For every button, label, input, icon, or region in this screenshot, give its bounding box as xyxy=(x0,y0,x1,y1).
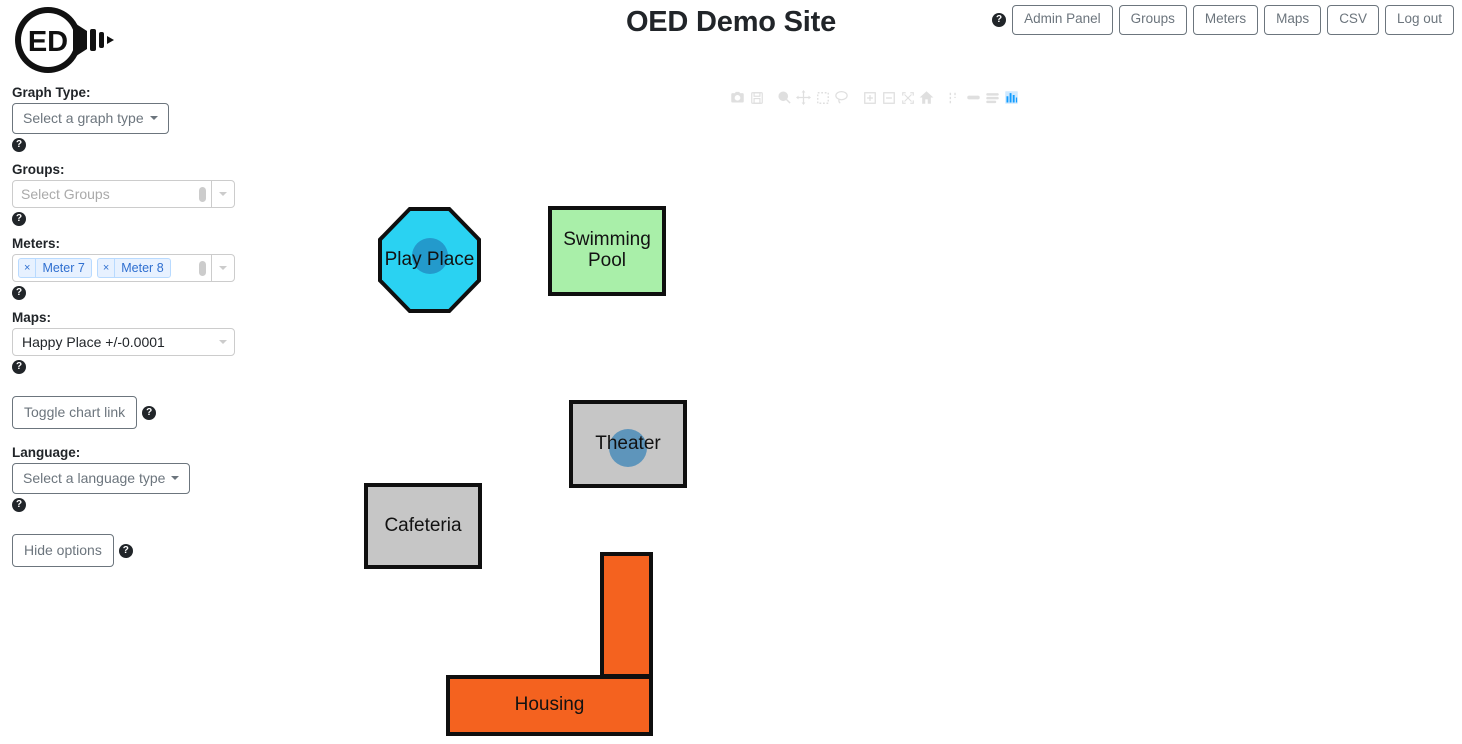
groups-chevron-down-icon[interactable] xyxy=(212,192,234,196)
meters-label: Meters: xyxy=(12,236,61,251)
language-dropdown-label: Select a language type xyxy=(23,470,166,486)
building-play-place[interactable]: Play Place xyxy=(378,207,481,313)
meter-tag[interactable]: × Meter 8 xyxy=(96,258,171,278)
help-icon-language[interactable]: ? xyxy=(12,497,26,512)
help-icon-maps[interactable]: ? xyxy=(12,359,26,374)
meter-tag[interactable]: × Meter 7 xyxy=(18,258,92,278)
help-icon-groups[interactable]: ? xyxy=(12,211,26,226)
groups-label: Groups: xyxy=(12,162,65,177)
building-housing-tower[interactable] xyxy=(600,552,653,678)
toggle-chart-link-button[interactable]: Toggle chart link xyxy=(12,396,138,429)
remove-meter-icon[interactable]: × xyxy=(19,259,37,277)
swimming-pool-label: Swimming Pool xyxy=(563,229,651,271)
meters-selected-tags: × Meter 7 × Meter 8 xyxy=(13,258,193,278)
language-dropdown[interactable]: Select a language type xyxy=(12,463,191,494)
help-icon-topnav[interactable]: ? xyxy=(992,12,1007,27)
hide-options-button[interactable]: Hide options xyxy=(12,534,114,567)
hide-options-group: Hide options ? xyxy=(0,534,250,567)
help-icon-graph-type[interactable]: ? xyxy=(12,137,26,152)
nav-csv-button[interactable]: CSV xyxy=(1327,5,1379,35)
maps-label: Maps: xyxy=(12,310,52,325)
meters-group: Meters: × Meter 7 × Meter 8 ? xyxy=(0,236,250,300)
language-label: Language: xyxy=(12,445,81,460)
graph-type-label: Graph Type: xyxy=(12,85,91,100)
remove-meter-icon[interactable]: × xyxy=(98,259,116,277)
help-icon-toggle-chart-link[interactable]: ? xyxy=(142,405,157,420)
cafeteria-label: Cafeteria xyxy=(384,514,462,536)
building-swimming-pool[interactable]: Swimming Pool xyxy=(548,206,666,296)
meters-clear-icon[interactable] xyxy=(193,260,211,276)
map-canvas[interactable]: Play Place Swimming Pool Theater Cafeter… xyxy=(250,80,1462,744)
language-group: Language: Select a language type ? xyxy=(0,445,250,512)
graph-type-dropdown-label: Select a graph type xyxy=(23,110,144,126)
theater-label: Theater xyxy=(595,432,661,454)
building-housing[interactable]: Housing xyxy=(446,675,653,736)
graph-type-group: Graph Type: Select a graph type ? xyxy=(0,85,250,152)
meter-tag-label: Meter 8 xyxy=(121,261,164,275)
play-place-label: Play Place xyxy=(384,248,475,270)
building-theater[interactable]: Theater xyxy=(569,400,687,488)
groups-clear-icon[interactable] xyxy=(193,186,211,202)
chevron-down-icon xyxy=(149,116,158,120)
nav-groups-button[interactable]: Groups xyxy=(1118,5,1187,35)
graph-type-dropdown[interactable]: Select a graph type xyxy=(12,103,169,134)
nav-admin-panel-button[interactable]: Admin Panel xyxy=(1012,5,1113,35)
meters-chevron-down-icon[interactable] xyxy=(212,266,234,270)
top-navigation: ? Admin Panel Groups Meters Maps CSV Log… xyxy=(992,5,1454,35)
maps-selected-value: Happy Place +/-0.0001 xyxy=(22,334,165,350)
meter-tag-label: Meter 7 xyxy=(42,261,85,275)
page-header: ED OED Demo Site ? Admin Panel Groups Me… xyxy=(0,0,1462,80)
nav-meters-button[interactable]: Meters xyxy=(1192,5,1259,35)
maps-chevron-down-icon[interactable] xyxy=(212,340,234,344)
chevron-down-icon xyxy=(171,476,180,480)
nav-logout-button[interactable]: Log out xyxy=(1384,5,1454,35)
help-icon-meters[interactable]: ? xyxy=(12,285,26,300)
maps-select[interactable]: Happy Place +/-0.0001 xyxy=(12,328,235,356)
nav-maps-button[interactable]: Maps xyxy=(1264,5,1322,35)
options-sidebar: Graph Type: Select a graph type ? Groups… xyxy=(0,85,250,567)
groups-group: Groups: Select Groups ? xyxy=(0,162,250,226)
groups-select[interactable]: Select Groups xyxy=(12,180,235,208)
housing-label: Housing xyxy=(514,694,585,716)
building-cafeteria[interactable]: Cafeteria xyxy=(364,483,482,569)
help-icon-hide-options[interactable]: ? xyxy=(118,543,133,558)
map-plot-area: Play Place Swimming Pool Theater Cafeter… xyxy=(250,80,1462,744)
toggle-chart-link-group: Toggle chart link ? xyxy=(0,396,250,429)
meters-select[interactable]: × Meter 7 × Meter 8 xyxy=(12,254,235,282)
groups-placeholder: Select Groups xyxy=(21,186,110,202)
maps-group: Maps: Happy Place +/-0.0001 ? xyxy=(0,310,250,374)
